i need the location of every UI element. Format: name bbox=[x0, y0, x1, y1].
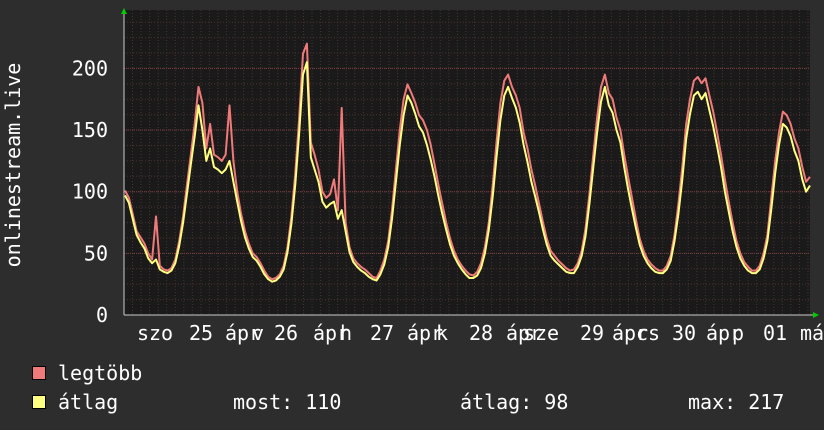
legend-label-avg: átlag bbox=[58, 390, 119, 414]
stat-now: most: 110 bbox=[233, 390, 342, 414]
legend-item-max: legtöbb bbox=[32, 361, 143, 385]
x-tick-label: szo bbox=[137, 321, 173, 345]
chart-svg: 050100150200onlinestream.liveszo 25 áprv 26… bbox=[1, 8, 824, 345]
y-tick-label: 100 bbox=[72, 180, 108, 204]
x-axis-arrow bbox=[813, 312, 819, 318]
legend-swatch-avg bbox=[32, 395, 46, 409]
stat-max: max: 217 bbox=[688, 390, 785, 414]
legend-swatch-max bbox=[32, 366, 46, 380]
y-tick-label: 150 bbox=[72, 118, 108, 142]
y-tick-label: 200 bbox=[72, 56, 108, 80]
x-tick-label: 29 bbox=[580, 321, 604, 345]
chart-panel: 0 50 100 150 200 onlinestream.live szo 25 ápr v 26… bbox=[0, 0, 824, 430]
x-tick-label: cs bbox=[636, 321, 660, 345]
x-tick-label: h bbox=[340, 321, 352, 345]
stat-average: átlag: 98 bbox=[460, 390, 569, 414]
x-tick-label: 01 bbox=[763, 321, 787, 345]
x-tick-label: v bbox=[252, 321, 264, 345]
x-tick-label: 27 bbox=[370, 321, 394, 345]
x-tick-label: k bbox=[436, 321, 448, 345]
legend-item-avg: átlag bbox=[32, 390, 119, 414]
x-tick-label: 26 bbox=[274, 321, 298, 345]
x-tick-label: 30 bbox=[672, 321, 696, 345]
y-tick-label: 50 bbox=[84, 241, 108, 265]
x-tick-label: sze bbox=[523, 321, 559, 345]
x-tick-label: máj bbox=[800, 321, 824, 345]
x-tick-label: 25 bbox=[189, 321, 213, 345]
y-tick-label: 0 bbox=[96, 303, 108, 327]
x-tick-label: p bbox=[732, 321, 744, 345]
legend-label-max: legtöbb bbox=[58, 361, 143, 385]
y-axis-title: onlinestream.live bbox=[1, 63, 25, 268]
x-tick-label: 28 bbox=[469, 321, 493, 345]
